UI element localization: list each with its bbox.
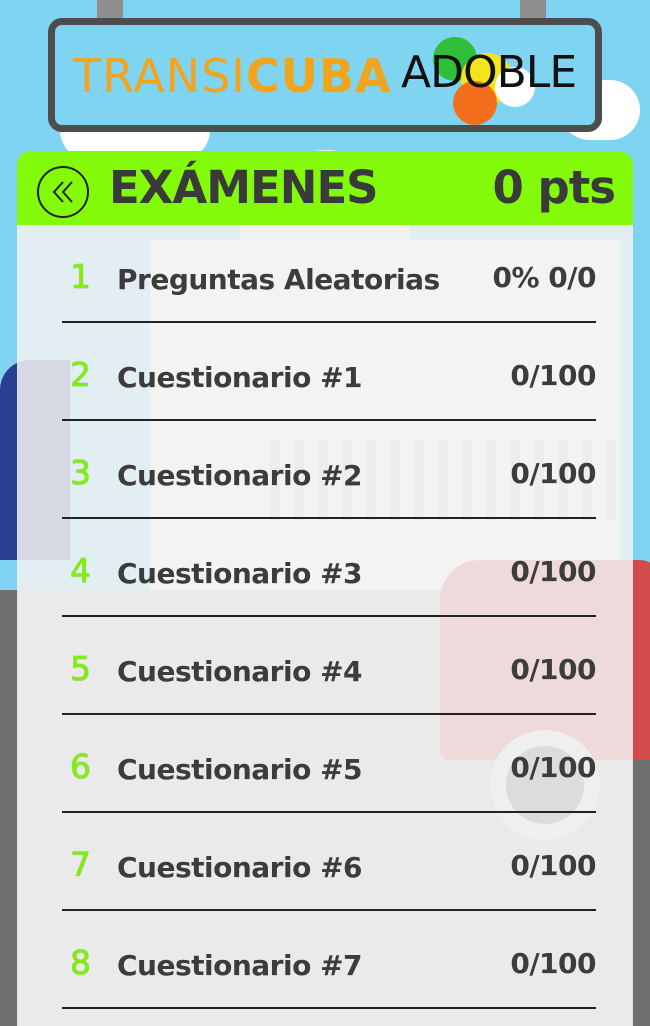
exam-score: 0/100 <box>510 457 596 490</box>
exam-item-random[interactable]: 1 Preguntas Aleatorias 0% 0/0 <box>17 225 633 323</box>
exam-label: Preguntas Aleatorias <box>117 263 440 296</box>
points-counter: 0 pts <box>492 161 616 214</box>
double-chevron-left-icon <box>52 181 73 203</box>
panel-header: EXÁMENES 0 pts <box>17 151 633 225</box>
exam-score: 0/100 <box>510 653 596 686</box>
exam-label: Cuestionario #3 <box>117 557 363 590</box>
logo-text-bold: CUBA <box>245 49 392 103</box>
exam-number: 7 <box>70 845 91 884</box>
exam-label: Cuestionario #4 <box>117 655 363 688</box>
exam-number: 4 <box>70 551 91 590</box>
exam-score: 0/100 <box>510 751 596 784</box>
exam-label: Cuestionario #6 <box>117 851 363 884</box>
exam-number: 2 <box>70 355 91 394</box>
exam-number: 8 <box>70 943 91 982</box>
exam-item-6[interactable]: 7 Cuestionario #6 0/100 <box>17 813 633 911</box>
exam-item-3[interactable]: 4 Cuestionario #3 0/100 <box>17 519 633 617</box>
exam-score: 0/100 <box>510 555 596 588</box>
exam-list: 1 Preguntas Aleatorias 0% 0/0 2 Cuestion… <box>17 225 633 1009</box>
app-logo: TRANSICUBA <box>73 49 392 103</box>
exam-number: 3 <box>70 453 91 492</box>
exam-number: 1 <box>70 257 91 296</box>
exam-label: Cuestionario #7 <box>117 949 363 982</box>
exam-label: Cuestionario #2 <box>117 459 363 492</box>
exam-item-7[interactable]: 8 Cuestionario #7 0/100 <box>17 911 633 1009</box>
street-edge <box>0 590 18 1026</box>
exam-score: 0/100 <box>510 359 596 392</box>
exam-item-2[interactable]: 3 Cuestionario #2 0/100 <box>17 421 633 519</box>
exams-panel: EXÁMENES 0 pts 1 Preguntas Aleatorias 0%… <box>17 151 633 1026</box>
back-button[interactable] <box>37 166 89 218</box>
exam-label: Cuestionario #1 <box>117 361 363 394</box>
exam-score: 0% 0/0 <box>492 261 597 294</box>
exam-score: 0/100 <box>510 947 596 980</box>
exam-item-1[interactable]: 2 Cuestionario #1 0/100 <box>17 323 633 421</box>
partner-logo-text: ADOBLE <box>401 47 577 98</box>
exam-item-5[interactable]: 6 Cuestionario #5 0/100 <box>17 715 633 813</box>
page-title: EXÁMENES <box>109 161 379 214</box>
exam-item-4[interactable]: 5 Cuestionario #4 0/100 <box>17 617 633 715</box>
exam-number: 5 <box>70 649 91 688</box>
exam-number: 6 <box>70 747 91 786</box>
exam-label: Cuestionario #5 <box>117 753 363 786</box>
row-divider <box>62 1007 596 1009</box>
app-logo-sign: TRANSICUBA ADOBLE <box>48 18 602 132</box>
logo-text-light: TRANSI <box>73 49 246 103</box>
exam-score: 0/100 <box>510 849 596 882</box>
